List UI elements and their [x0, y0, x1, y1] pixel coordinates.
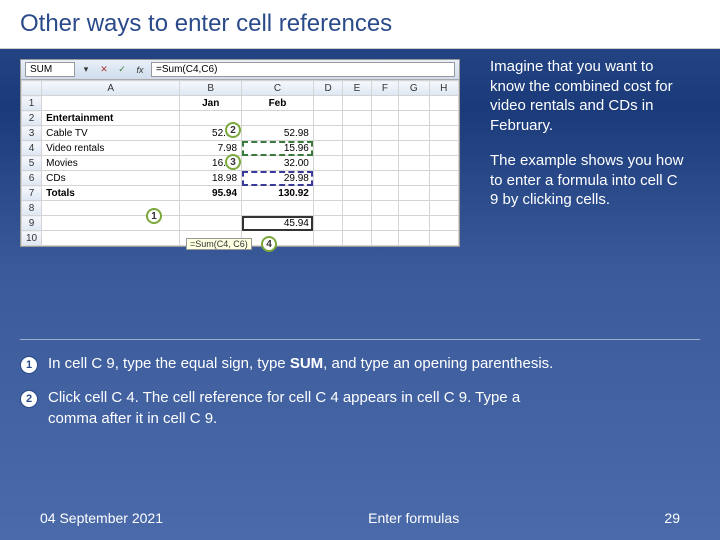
step-1: 1 In cell C 9, type the equal sign, type… [20, 354, 570, 374]
intro-paragraph-2: The example shows you how to enter a for… [490, 151, 690, 210]
cell-c6: 29.98 [242, 171, 314, 186]
callout-4: 4 [261, 236, 277, 252]
col-header: C [242, 81, 314, 96]
step-1-text: In cell C 9, type the equal sign, type S… [48, 354, 553, 374]
cancel-icon: ✕ [97, 63, 111, 77]
excel-toolbar: SUM ▾ ✕ ✓ fx =Sum(C4,C6) [21, 60, 459, 80]
footer-title: Enter formulas [368, 510, 459, 526]
c9-tooltip: =Sum(C4, C6) [186, 238, 252, 250]
callout-1: 1 [146, 208, 162, 224]
step-2-text: Click cell C 4. The cell reference for c… [48, 388, 570, 429]
col-header: A [42, 81, 180, 96]
divider-line [20, 339, 700, 340]
col-header: E [343, 81, 371, 96]
step-number-icon: 1 [20, 356, 38, 374]
content-area: SUM ▾ ✕ ✓ fx =Sum(C4,C6) A B C D E F G H… [0, 49, 720, 247]
callout-2: 2 [225, 122, 241, 138]
title-bar: Other ways to enter cell references [0, 0, 720, 49]
intro-paragraph-1: Imagine that you want to know the combin… [490, 57, 690, 135]
cell-c4: 15.96 [242, 141, 314, 156]
slide-footer: 04 September 2021 Enter formulas 29 [0, 510, 720, 526]
col-header: G [399, 81, 429, 96]
col-header: H [429, 81, 458, 96]
confirm-icon: ✓ [115, 63, 129, 77]
step-number-icon: 2 [20, 390, 38, 408]
fx-icon: fx [133, 63, 147, 77]
dropdown-icon: ▾ [79, 63, 93, 77]
col-header: D [313, 81, 342, 96]
side-text: Imagine that you want to know the combin… [490, 57, 690, 226]
steps-list: 1 In cell C 9, type the equal sign, type… [20, 354, 570, 443]
step-2: 2 Click cell C 4. The cell reference for… [20, 388, 570, 429]
name-box: SUM [25, 62, 75, 77]
formula-bar: =Sum(C4,C6) [151, 62, 455, 77]
col-header: B [180, 81, 242, 96]
cell-c9: 45.94 [242, 216, 314, 231]
col-header: F [371, 81, 398, 96]
excel-screenshot: SUM ▾ ✕ ✓ fx =Sum(C4,C6) A B C D E F G H… [20, 59, 460, 247]
corner-cell [22, 81, 42, 96]
footer-page-number: 29 [664, 510, 680, 526]
footer-date: 04 September 2021 [40, 510, 163, 526]
slide-title: Other ways to enter cell references [20, 10, 700, 38]
callout-3: 3 [225, 154, 241, 170]
